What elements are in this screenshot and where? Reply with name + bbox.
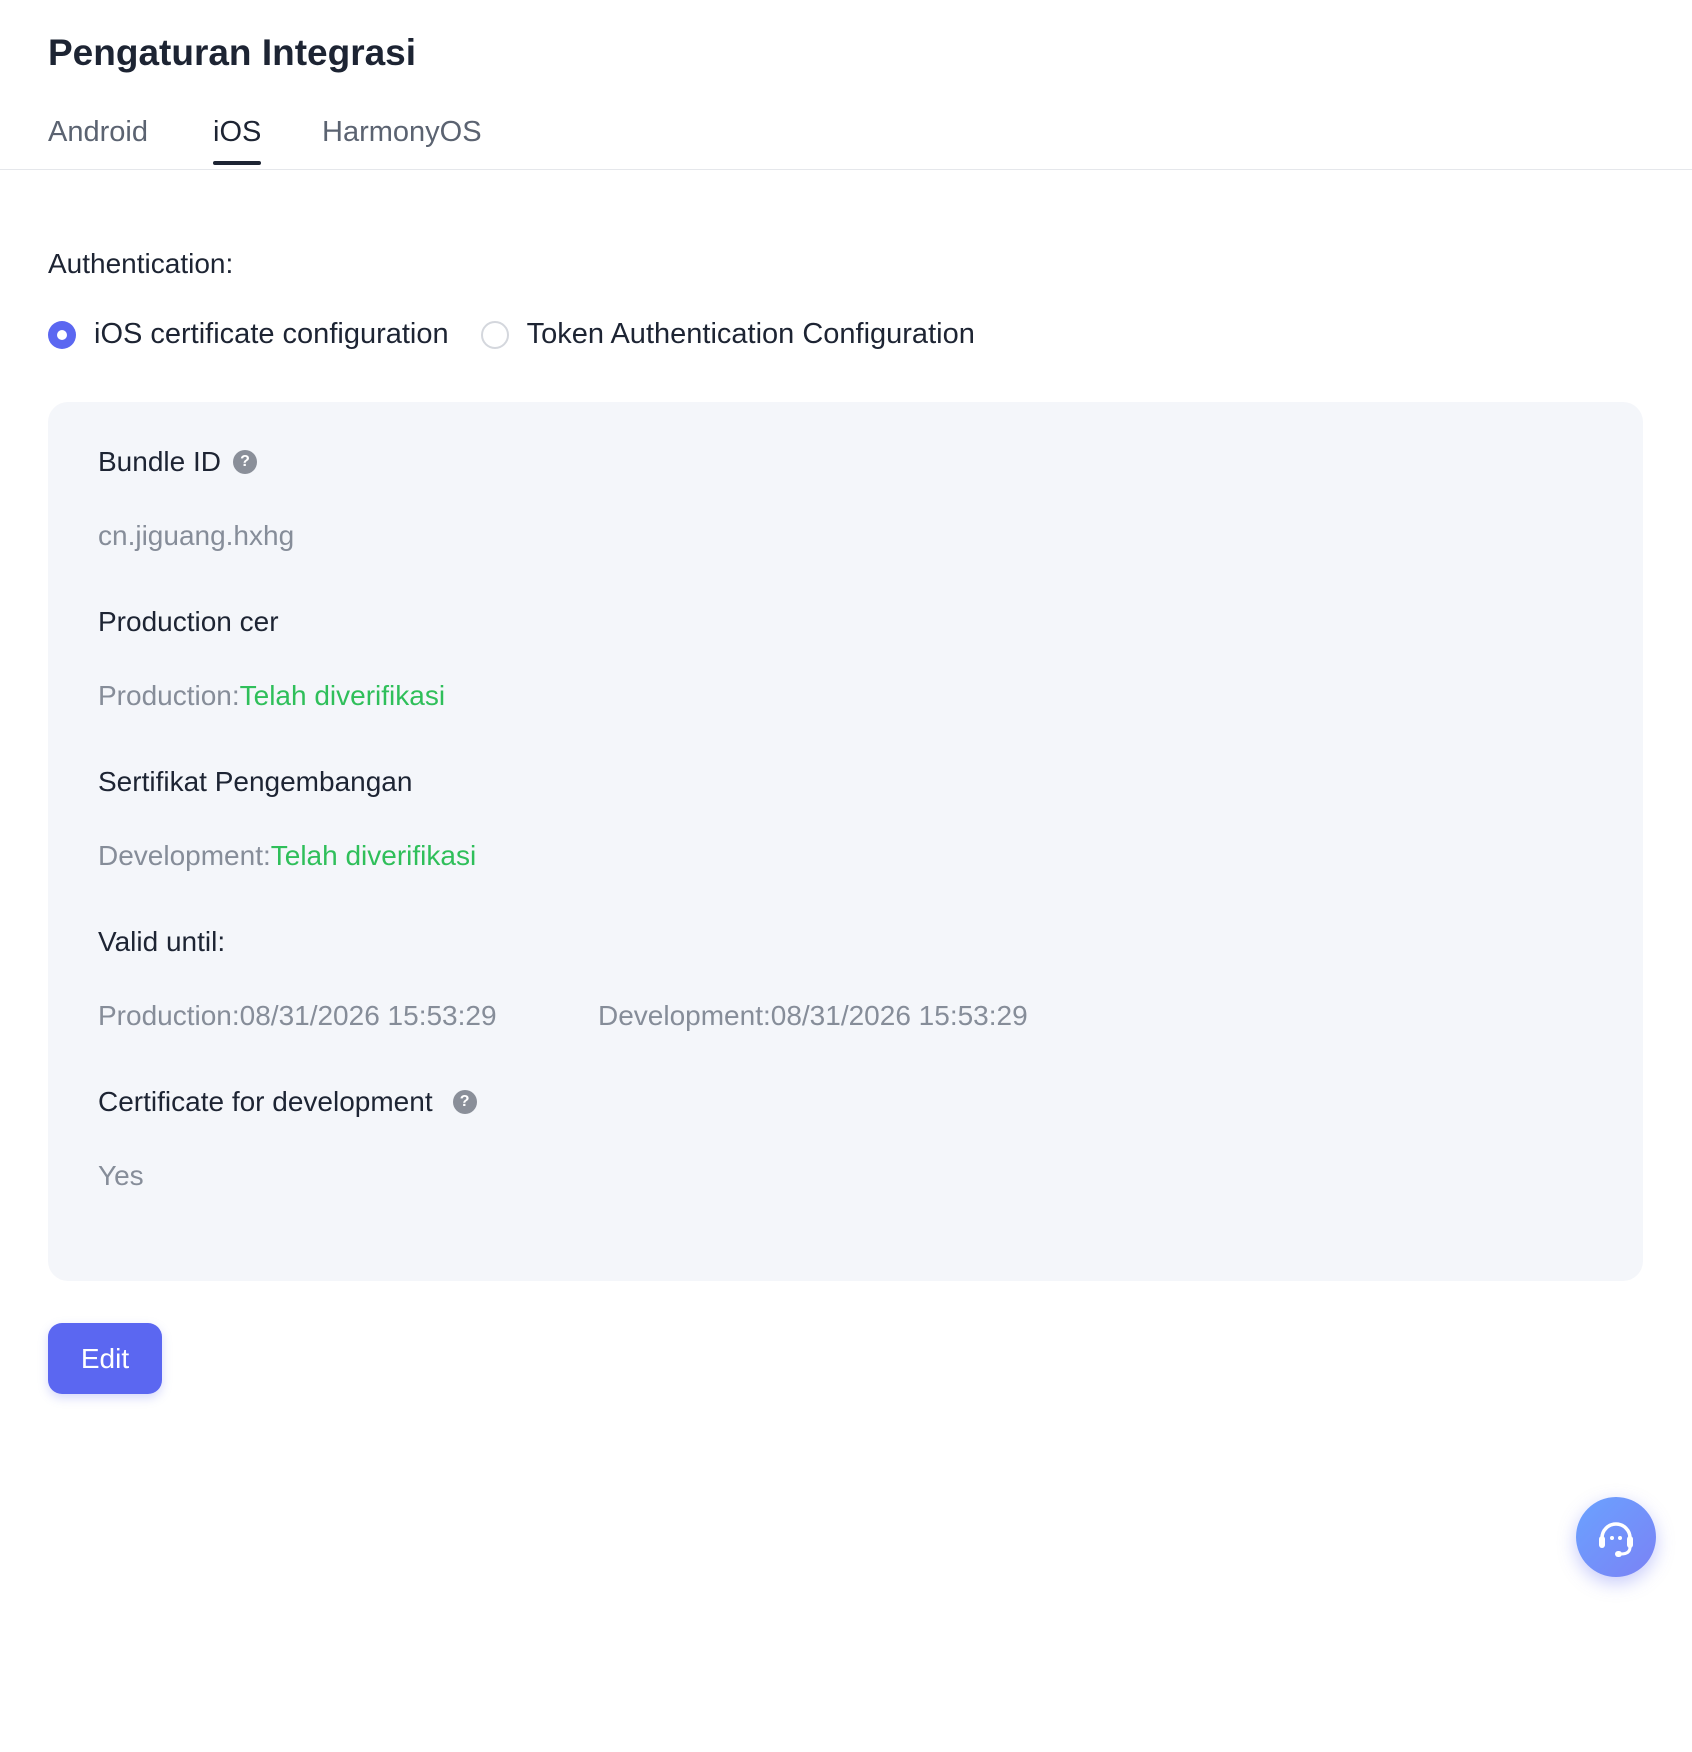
certificate-for-development-label-text: Certificate for development: [98, 1086, 433, 1117]
certificate-for-development-value: Yes: [98, 1160, 144, 1191]
development-cert-status: Development:Telah diverifikasi: [98, 840, 476, 872]
production-cert-prefix: Production:: [98, 680, 240, 711]
tab-android[interactable]: Android: [48, 116, 148, 163]
help-icon[interactable]: ?: [232, 450, 257, 474]
radio-token-authentication-label: Token Authentication Configuration: [526, 318, 975, 350]
authentication-options: iOS certificate configuration Token Auth…: [48, 318, 1007, 351]
valid-until-production: Production:08/31/2026 15:53:29: [98, 1000, 497, 1031]
radio-unchecked-icon[interactable]: [480, 320, 509, 349]
bundle-id-label: Bundle ID ?: [98, 446, 257, 478]
development-cert-label: Sertifikat Pengembangan: [98, 766, 413, 797]
integration-settings-page: Pengaturan Integrasi Android iOS Harmony…: [0, 0, 1692, 1752]
platform-tabs: Android iOS HarmonyOS: [0, 108, 1692, 170]
radio-ios-certificate-label: iOS certificate configuration: [94, 318, 449, 350]
help-icon[interactable]: ?: [452, 1090, 477, 1114]
edit-button[interactable]: Edit: [48, 1323, 162, 1394]
status-verified: Telah diverifikasi: [239, 680, 446, 711]
radio-checked-icon[interactable]: [48, 320, 76, 349]
radio-token-authentication[interactable]: Token Authentication Configuration: [480, 318, 975, 351]
production-cert-status: Production:Telah diverifikasi: [98, 680, 445, 712]
valid-until-label: Valid until:: [98, 926, 226, 957]
customer-support-button[interactable]: [1576, 1497, 1656, 1577]
tab-harmonyos[interactable]: HarmonyOS: [322, 116, 482, 163]
certificate-for-development-label: Certificate for development ?: [98, 1086, 477, 1118]
authentication-label: Authentication:: [48, 248, 234, 279]
radio-ios-certificate[interactable]: iOS certificate configuration: [48, 318, 449, 351]
valid-until-development: Development:08/31/2026 15:53:29: [598, 1000, 1028, 1031]
ios-certificate-panel: Bundle ID ? cn.jiguang.hxhg Production c…: [48, 402, 1643, 1281]
bundle-id-label-text: Bundle ID: [98, 446, 221, 477]
status-verified: Telah diverifikasi: [270, 840, 477, 871]
production-cert-label: Production cer: [98, 606, 279, 637]
tab-ios[interactable]: iOS: [213, 116, 262, 165]
development-cert-prefix: Development:: [98, 840, 271, 871]
bundle-id-value: cn.jiguang.hxhg: [98, 520, 295, 551]
headset-icon: [1599, 1522, 1633, 1557]
page-title: Pengaturan Integrasi: [48, 32, 417, 73]
